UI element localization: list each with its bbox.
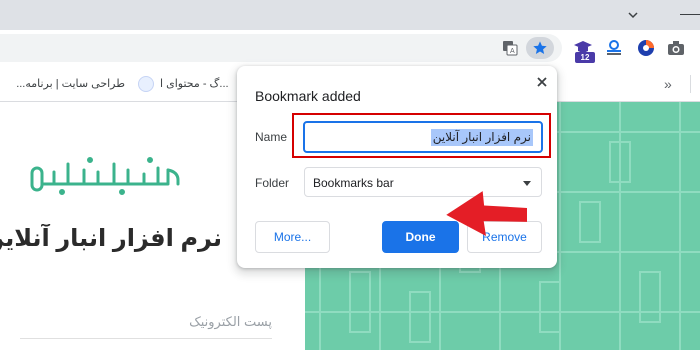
bookmark-item[interactable]: ...گ - محتوای ا [160, 66, 240, 102]
bookmark-item[interactable]: طراحی سایت | برنامه... [0, 66, 125, 102]
browser-toolbar: A 12 [0, 30, 700, 66]
minimize-icon[interactable] [680, 14, 700, 15]
bookmarks-separator [690, 75, 691, 93]
folder-label: Folder [255, 176, 290, 190]
more-button[interactable]: More... [255, 221, 330, 253]
name-label: Name [255, 130, 288, 144]
dropdown-caret-icon [523, 181, 531, 186]
vpn-icon[interactable] [636, 38, 656, 58]
bookmark-favicon-icon [138, 76, 154, 92]
extension-badge: 12 [575, 52, 595, 63]
tab-search-chevron-icon[interactable] [626, 8, 640, 22]
annotation-arrow-icon [446, 191, 527, 236]
bookmark-name-input[interactable]: نرم افزار انبار آنلاین [303, 121, 543, 153]
email-field[interactable] [20, 338, 272, 339]
bookmarks-overflow-chevron-icon[interactable]: » [664, 66, 672, 102]
svg-text:A: A [510, 48, 515, 55]
dialog-title: Bookmark added [255, 88, 361, 104]
translate-icon[interactable]: A [500, 38, 520, 58]
camera-icon[interactable] [666, 38, 686, 58]
name-input-value: نرم افزار انبار آنلاین [430, 129, 533, 146]
email-field-label: پست الکترونیک [189, 314, 272, 329]
page-headline: نرم افزار انبار آنلاین [0, 225, 222, 252]
address-bar[interactable] [0, 34, 562, 62]
window-title-strip [0, 0, 700, 30]
company-logo-icon [30, 157, 180, 195]
folder-select-value: Bookmarks bar [313, 176, 394, 190]
close-icon[interactable] [534, 74, 550, 90]
bookmark-star-icon[interactable] [526, 37, 554, 59]
tracker-icon[interactable] [604, 38, 624, 58]
